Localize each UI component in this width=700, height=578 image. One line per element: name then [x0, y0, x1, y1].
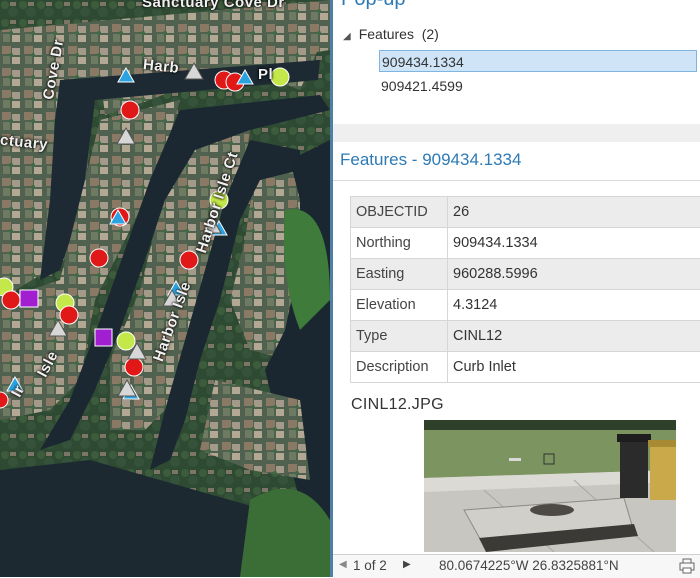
map-point-purple[interactable]: [20, 290, 38, 307]
attachment-caption: CINL12.JPG: [351, 396, 444, 414]
table-row: OBJECTID 26: [351, 197, 700, 228]
features-tree-label: Features: [359, 26, 414, 42]
attribute-key: Elevation: [351, 290, 448, 321]
collapse-caret-icon[interactable]: ◢: [343, 31, 351, 42]
table-row: Description Curb Inlet: [351, 352, 700, 383]
map-point-red[interactable]: [125, 358, 143, 376]
feature-list-item[interactable]: 909421.4599: [379, 75, 463, 97]
attribute-value: 909434.1334: [448, 228, 700, 259]
feature-details-title: Features - 909434.1334: [340, 150, 521, 170]
map-point-yellow[interactable]: [117, 332, 135, 350]
attachment-photo[interactable]: [424, 420, 676, 552]
table-row: Easting 960288.5996: [351, 259, 700, 290]
attribute-key: Type: [351, 321, 448, 352]
attribute-value: 26: [448, 197, 700, 228]
popup-pane: Pop-up ◢ Features (2) 909434.1334 909421.…: [333, 0, 700, 577]
print-icon[interactable]: [679, 558, 695, 574]
attribute-key: Northing: [351, 228, 448, 259]
map-label-street: Harb: [142, 56, 180, 77]
map-label-street: Pl: [258, 66, 273, 83]
feature-list-item-selected[interactable]: 909434.1334: [379, 50, 697, 72]
map-point-purple[interactable]: [95, 329, 112, 346]
map-label-street: Sanctuary Cove Dr: [142, 0, 285, 11]
pane-title: Pop-up: [341, 0, 406, 11]
map-point-yellow[interactable]: [271, 68, 289, 86]
attribute-value: CINL12: [448, 321, 700, 352]
map-point-red[interactable]: [121, 101, 139, 119]
attribute-value: 960288.5996: [448, 259, 700, 290]
attribute-key: Description: [351, 352, 448, 383]
pager-text: 1 of 2: [353, 558, 387, 573]
pane-separator[interactable]: [333, 124, 700, 142]
table-row: Elevation 4.3124: [351, 290, 700, 321]
map-point-red[interactable]: [90, 249, 108, 267]
table-row: Type CINL12: [351, 321, 700, 352]
divider: [333, 180, 700, 181]
attribute-value: 4.3124: [448, 290, 700, 321]
features-tree-header[interactable]: ◢ Features (2): [343, 26, 439, 42]
attribute-key: Easting: [351, 259, 448, 290]
map-view[interactable]: Sanctuary Cove Dr Cove Dr ctuary Harb Pl…: [0, 0, 330, 577]
popup-status-bar: ◀ 1 of 2 ▶ 80.0674225°W 26.8325881°N: [333, 554, 700, 578]
features-tree-count: (2): [422, 26, 439, 42]
attribute-value: Curb Inlet: [448, 352, 700, 383]
attribute-table: OBJECTID 26 Northing 909434.1334 Easting…: [350, 196, 700, 383]
map-point-red[interactable]: [180, 251, 198, 269]
previous-feature-icon[interactable]: ◀: [339, 559, 347, 570]
next-feature-icon[interactable]: ▶: [403, 559, 411, 570]
coordinates-readout: 80.0674225°W 26.8325881°N: [439, 558, 619, 573]
map-point-red[interactable]: [60, 306, 78, 324]
attribute-key: OBJECTID: [351, 197, 448, 228]
map-point-red[interactable]: [2, 291, 20, 309]
table-row: Northing 909434.1334: [351, 228, 700, 259]
